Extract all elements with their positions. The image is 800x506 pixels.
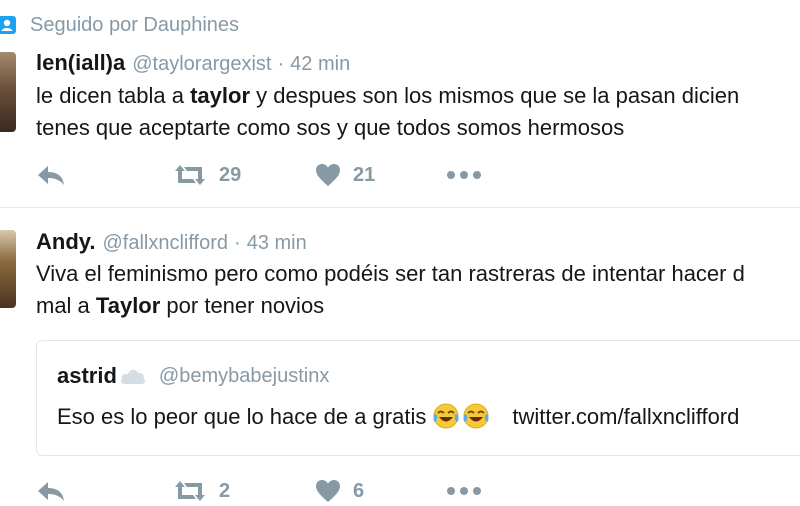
tweet-text: Viva el feminismo pero como podéis ser t… — [36, 261, 745, 318]
separator: · — [234, 232, 241, 254]
retweet-icon — [175, 165, 205, 185]
like-button[interactable]: 6 — [315, 476, 364, 506]
quoted-user-name: astrid — [57, 363, 117, 388]
person-follow-icon — [0, 16, 16, 34]
timestamp[interactable]: 42 min — [290, 53, 350, 76]
timestamp[interactable]: 43 min — [247, 232, 307, 255]
tweet-text: le dicen tabla a taylor y despues son lo… — [36, 83, 740, 140]
more-button[interactable] — [446, 160, 482, 190]
follow-context-text[interactable]: Seguido por Dauphines — [30, 14, 239, 37]
retweet-icon — [175, 481, 205, 501]
retweet-button[interactable]: 29 — [173, 160, 241, 190]
separator: · — [277, 53, 285, 75]
quoted-user-handle: @bemybabejustinx — [158, 364, 330, 387]
quoted-tweet-link[interactable]: twitter.com/fallxnclifford — [512, 404, 739, 429]
cloud-icon — [120, 369, 145, 384]
reply-icon — [38, 482, 64, 501]
avatar[interactable] — [0, 230, 16, 308]
tweet-actions: 2 6 — [36, 476, 496, 506]
more-icon — [447, 171, 481, 179]
user-handle[interactable]: @taylorargexist — [132, 53, 271, 76]
face-with-tears-of-joy-icon — [463, 403, 489, 429]
highlighted-term: taylor — [190, 83, 251, 108]
retweet-count: 29 — [219, 163, 242, 186]
like-button[interactable]: 21 — [315, 160, 375, 190]
tweet-header: Andy. @fallxnclifford · 43 min — [36, 229, 307, 255]
like-count: 6 — [353, 479, 365, 502]
quoted-tweet-text: Eso es lo peor que lo hace de a gratis t… — [57, 403, 740, 429]
more-button[interactable] — [446, 476, 482, 506]
reply-button[interactable] — [36, 476, 66, 506]
like-count: 21 — [353, 163, 376, 186]
heart-icon — [316, 164, 340, 186]
more-icon — [447, 487, 481, 495]
highlighted-term: Taylor — [95, 293, 161, 318]
user-name[interactable]: Andy. — [36, 229, 95, 255]
quoted-tweet-header: astrid @bemybabejustinx — [57, 363, 329, 389]
user-handle[interactable]: @fallxnclifford — [102, 232, 228, 255]
heart-icon — [316, 480, 340, 502]
follow-context: Seguido por Dauphines — [0, 12, 239, 38]
tweet-header: len(iall)a @taylorargexist · 42 min — [36, 50, 350, 76]
reply-icon — [38, 166, 64, 185]
face-with-tears-of-joy-icon — [433, 403, 459, 429]
reply-button[interactable] — [36, 160, 66, 190]
user-name[interactable]: len(iall)a — [36, 50, 125, 76]
divider — [0, 207, 800, 208]
tweet-actions: 29 21 — [36, 160, 496, 190]
avatar[interactable] — [0, 52, 16, 132]
retweet-button[interactable]: 2 — [173, 476, 230, 506]
retweet-count: 2 — [219, 479, 231, 502]
quoted-tweet[interactable]: astrid @bemybabejustinx Eso es lo peor q… — [36, 340, 800, 456]
